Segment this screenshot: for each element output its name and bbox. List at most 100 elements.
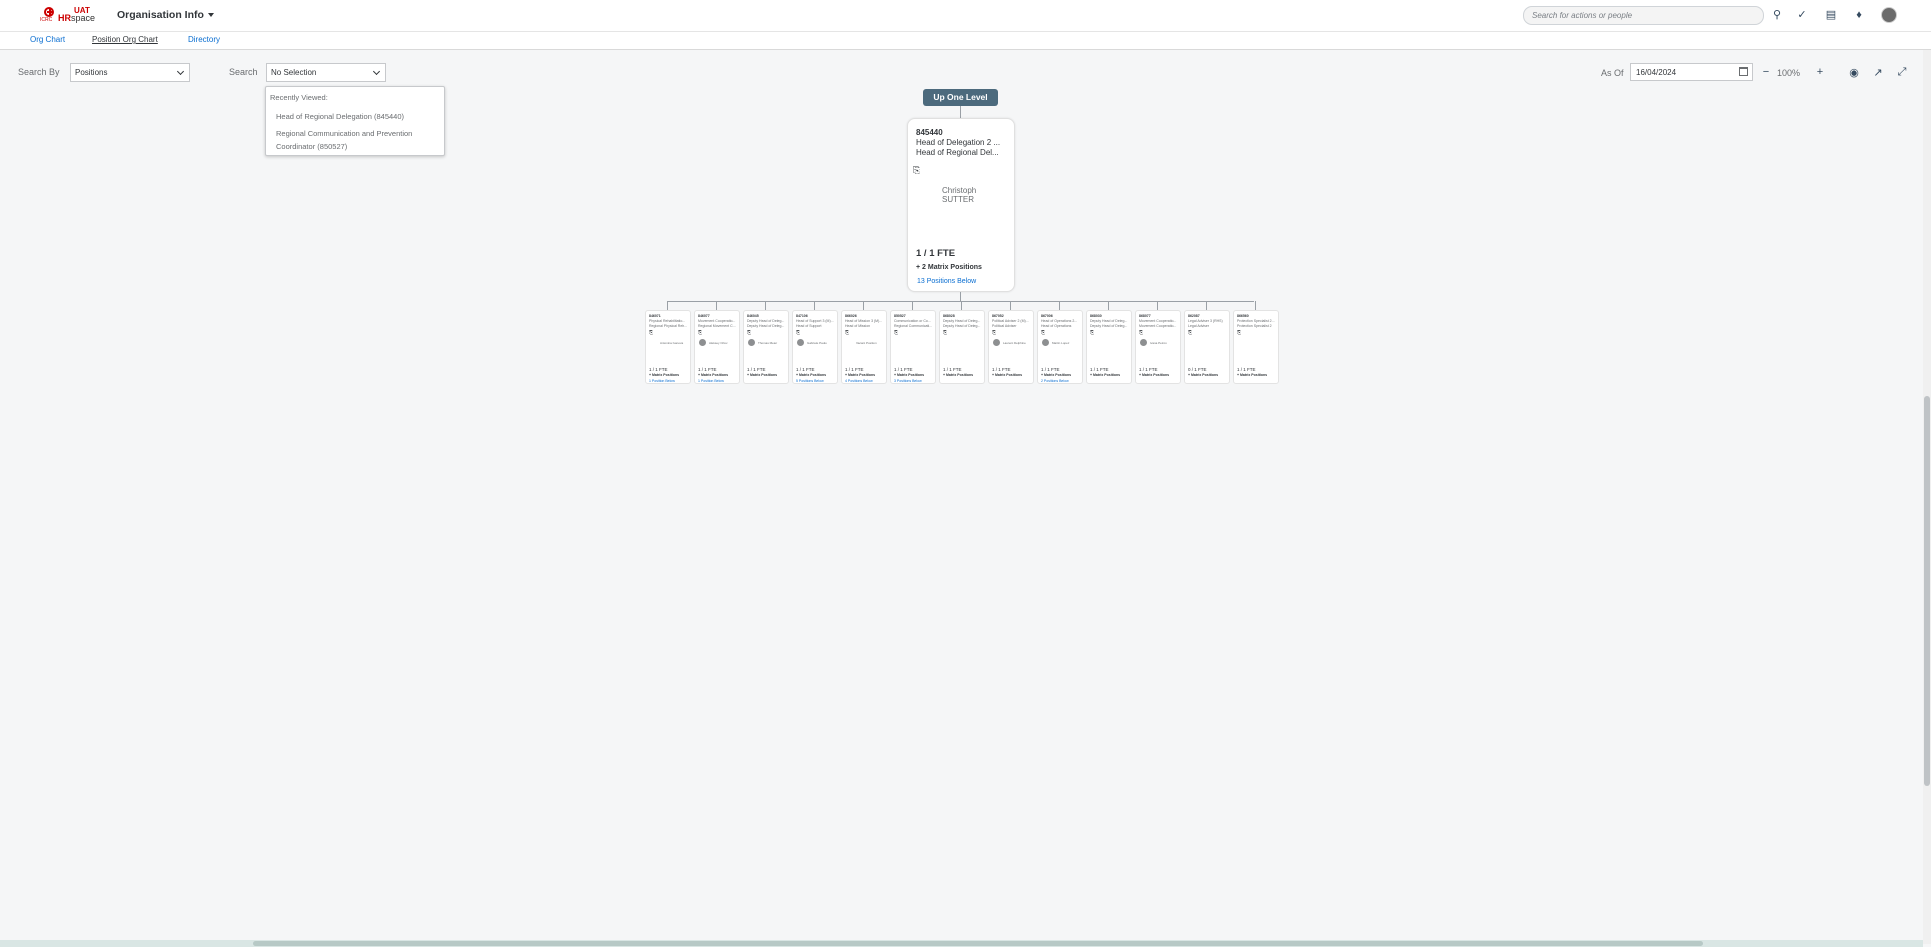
- as-of-date-picker[interactable]: 16/04/2024: [1630, 63, 1753, 81]
- matrix-positions: + Matrix Positions: [796, 373, 827, 377]
- incumbent-name: Ivana Petrov: [1150, 341, 1167, 345]
- position-card[interactable]: 866560 Protection Specialist 2... Protecti…: [1233, 310, 1279, 384]
- connector-line: [1059, 301, 1060, 310]
- position-title: Deputy Head of Deleg...: [943, 319, 981, 323]
- fte-count: 1 / 1 FTE: [845, 367, 864, 372]
- avatar: [748, 339, 755, 346]
- position-search-input[interactable]: No Selection: [266, 63, 386, 82]
- position-card[interactable]: 868077 Movement Cooperatio... Movement Coo…: [1135, 310, 1181, 384]
- position-card[interactable]: 862087 Legal Adviser 3 (RHS) Legal Adviser…: [1184, 310, 1230, 384]
- horizontal-scrollbar[interactable]: [0, 940, 1923, 947]
- org-unit-icon[interactable]: ⎘: [649, 330, 653, 336]
- position-subtitle: Head of Operations: [1041, 324, 1072, 328]
- positions-below-link[interactable]: 5 Positions Below: [796, 379, 824, 383]
- position-card[interactable]: 867006 Head of Operations 2... Head of Ope…: [1037, 310, 1083, 384]
- position-id: 868030: [1090, 314, 1102, 318]
- position-subtitle: Head of Regional Del...: [916, 148, 999, 157]
- user-avatar[interactable]: [1881, 7, 1897, 23]
- fte-count: 1 / 1 FTE: [992, 367, 1011, 372]
- org-unit-icon[interactable]: ⎘: [1041, 330, 1045, 336]
- approvals-icon[interactable]: ✓: [1795, 8, 1809, 22]
- org-unit-icon[interactable]: ⎘: [894, 330, 898, 336]
- org-unit-icon[interactable]: ⎘: [1237, 330, 1241, 336]
- connector-line: [960, 106, 961, 118]
- recent-item[interactable]: Head of Regional Delegation (845440): [276, 110, 436, 123]
- logo-hrspace-text: HRspace: [58, 13, 96, 23]
- position-card[interactable]: 846071 Physical Rehabilitatio... Regional …: [645, 310, 691, 384]
- bell-icon[interactable]: ♦: [1852, 8, 1866, 22]
- tab-directory[interactable]: Directory: [188, 35, 220, 44]
- position-id: 866560: [1237, 314, 1249, 318]
- tab-org-chart[interactable]: Org Chart: [30, 35, 65, 44]
- tab-position-org-chart[interactable]: Position Org Chart: [92, 35, 158, 44]
- view-settings-icon[interactable]: ◉: [1848, 66, 1860, 79]
- position-card[interactable]: 846045 Deputy Head of Deleg... Deputy Head…: [743, 310, 789, 384]
- up-one-level-button[interactable]: Up One Level: [923, 89, 998, 106]
- position-subtitle: Regional Movement C...: [698, 324, 736, 328]
- position-card[interactable]: 867052 Political Adviser 2 (M)... Politica…: [988, 310, 1034, 384]
- vertical-scrollbar[interactable]: [1923, 50, 1931, 944]
- org-unit-icon[interactable]: ⎘: [1188, 330, 1192, 336]
- zoom-out-icon[interactable]: −: [1760, 66, 1772, 78]
- position-subtitle: Deputy Head of Deleg...: [943, 324, 981, 328]
- matrix-positions: + Matrix Positions: [845, 373, 876, 377]
- positions-below-link[interactable]: 4 Positions Below: [845, 379, 873, 383]
- zoom-in-icon[interactable]: +: [1814, 66, 1826, 78]
- position-title: Deputy Head of Deleg...: [747, 319, 785, 323]
- matrix-positions: + Matrix Positions: [747, 373, 778, 377]
- global-search-input[interactable]: Search for actions or people: [1523, 6, 1764, 25]
- org-unit-icon[interactable]: ⎘: [992, 330, 996, 336]
- org-unit-icon[interactable]: ⎘: [913, 165, 920, 176]
- fte-count: 0 / 1 FTE: [1188, 367, 1207, 372]
- connector-line: [667, 301, 668, 310]
- calendar-icon[interactable]: [1739, 67, 1748, 76]
- position-id: 868077: [1139, 314, 1151, 318]
- position-id: 846071: [649, 314, 661, 318]
- connector-line: [961, 301, 962, 310]
- position-card[interactable]: 850527 Communication or Co... Regional Com…: [890, 310, 936, 384]
- main-position-card[interactable]: 845440 Head of Delegation 2 ... Head of …: [907, 118, 1015, 292]
- org-unit-icon[interactable]: ⎘: [845, 330, 849, 336]
- position-card[interactable]: 866026 Head of Mission 3 (M)... Head of Mi…: [841, 310, 887, 384]
- org-unit-icon[interactable]: ⎘: [796, 330, 800, 336]
- positions-below-link[interactable]: 1 Position Below: [698, 379, 724, 383]
- app-title-menu[interactable]: Organisation Info: [117, 9, 214, 21]
- recent-item[interactable]: Regional Communication and Prevention Co…: [276, 127, 436, 153]
- chevron-down-icon: [372, 67, 381, 76]
- org-unit-icon[interactable]: ⎘: [1139, 330, 1143, 336]
- org-unit-icon[interactable]: ⎘: [943, 330, 947, 336]
- position-title: Protection Specialist 2...: [1237, 319, 1275, 323]
- position-title: Head of Operations 2...: [1041, 319, 1078, 323]
- position-subtitle: Regional Communicati...: [894, 324, 933, 328]
- fte-count: 1 / 1 FTE: [796, 367, 815, 372]
- position-title: Head of Mission 3 (M)...: [845, 319, 883, 323]
- org-unit-icon[interactable]: ⎘: [1090, 330, 1094, 336]
- position-subtitle: Regional Physical Reh...: [649, 324, 688, 328]
- position-title: Head of Delegation 2 ...: [916, 138, 1001, 147]
- positions-below-link[interactable]: 2 Positions Below: [1041, 379, 1069, 383]
- org-unit-icon[interactable]: ⎘: [747, 330, 751, 336]
- directory-icon[interactable]: ▤: [1824, 8, 1838, 22]
- position-card[interactable]: 868028 Deputy Head of Deleg... Deputy Head…: [939, 310, 985, 384]
- position-card[interactable]: 868030 Deputy Head of Deleg... Deputy Head…: [1086, 310, 1132, 384]
- org-unit-icon[interactable]: ⎘: [698, 330, 702, 336]
- matrix-positions: + Matrix Positions: [943, 373, 974, 377]
- fullscreen-icon[interactable]: ⤢: [1896, 66, 1908, 79]
- matrix-positions: + Matrix Positions: [1041, 373, 1072, 377]
- positions-below-link[interactable]: 13 Positions Below: [917, 278, 976, 285]
- company-logo[interactable]: ICRC UAT HRspace: [40, 6, 96, 25]
- positions-below-link[interactable]: 3 Positions Below: [894, 379, 922, 383]
- position-id: 868028: [943, 314, 955, 318]
- scroll-thumb[interactable]: [253, 941, 1703, 946]
- fte-count: 1 / 1 FTE: [916, 248, 956, 259]
- search-by-select[interactable]: Positions: [70, 63, 190, 82]
- scroll-thumb[interactable]: [1924, 396, 1930, 786]
- position-card[interactable]: 847106 Head of Support 3 (M)... Head of Su…: [792, 310, 838, 384]
- position-title: Communication or Co...: [894, 319, 931, 323]
- incumbent-name: Christoph SUTTER: [942, 186, 977, 204]
- export-icon[interactable]: ↗: [1872, 66, 1884, 79]
- positions-below-link[interactable]: 1 Position Below: [649, 379, 675, 383]
- search-icon[interactable]: ⚲: [1770, 8, 1784, 22]
- matrix-positions: + Matrix Positions: [1090, 373, 1121, 377]
- position-card[interactable]: 846077 Movement Cooperatio... Regional Mov…: [694, 310, 740, 384]
